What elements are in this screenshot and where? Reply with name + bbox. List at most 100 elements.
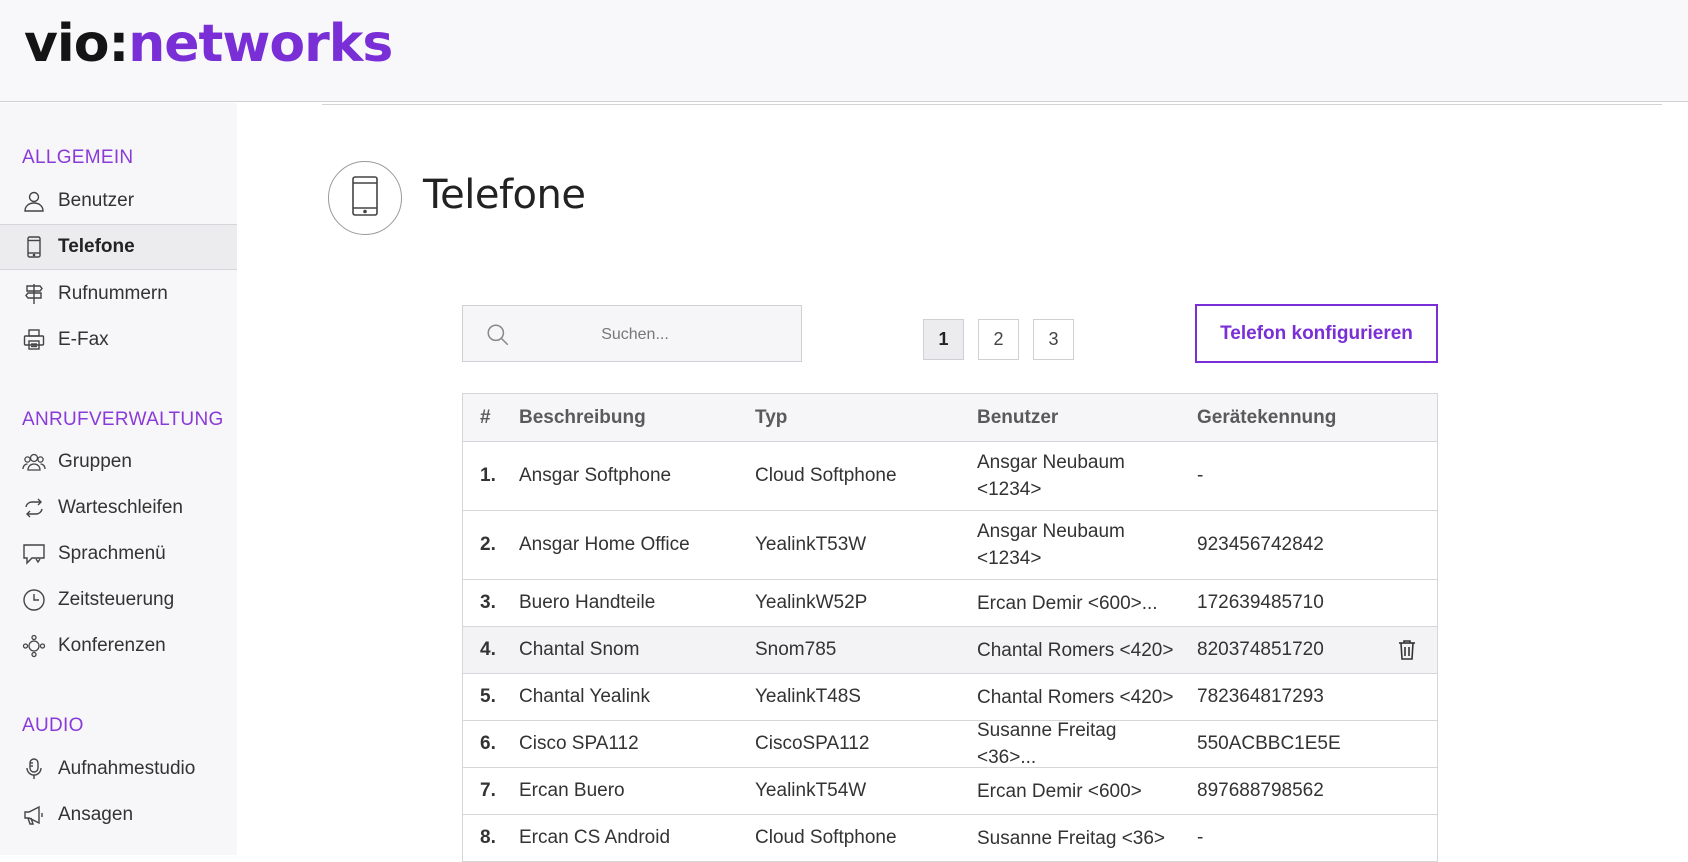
brand-logo-part2: networks [128,14,393,74]
cell-number: 5. [480,686,496,707]
sidebar-item-aufnahmestudio[interactable]: Aufnahmestudio [0,746,237,792]
cell-typ: YealinkT53W [755,534,867,555]
microphone-icon [21,756,47,782]
cell-beschreibung: Ercan Buero [519,780,625,801]
brand-logo-part1: vio: [24,14,129,74]
user-icon [21,188,47,214]
cell-number: 3. [480,592,496,613]
page-title: Telefone [423,172,586,218]
cell-geraetekennung: 782364817293 [1197,686,1324,707]
cell-benutzer: Ercan Demir <600>... [977,592,1158,614]
search-input[interactable] [523,316,747,354]
page-title-icon-circle [328,161,402,235]
sidebar-item-benutzer[interactable]: Benutzer [0,178,237,224]
table-row[interactable]: 6. Cisco SPA112 CiscoSPA112 Susanne Frei… [463,720,1437,768]
sidebar-item-label: Zeitsteuerung [58,589,175,610]
sidebar-item-label: Rufnummern [58,283,168,304]
sidebar-item-label: Ansagen [58,804,134,825]
cell-beschreibung: Ansgar Home Office [519,534,690,555]
pagination: 1 2 3 [923,319,1088,360]
sidebar-item-sprachmenue[interactable]: Sprachmenü [0,531,237,577]
printer-icon [21,327,47,353]
cell-beschreibung: Chantal Snom [519,639,640,660]
speech-menu-icon [21,541,47,567]
brand-logo[interactable]: vio:networks [24,14,393,74]
phone-icon [21,234,47,260]
column-header-beschreibung[interactable]: Beschreibung [519,407,646,429]
cell-beschreibung: Chantal Yealink [519,686,650,707]
sidebar-item-label: Telefone [58,236,135,257]
table-row[interactable]: 1. Ansgar Softphone Cloud Softphone Ansg… [463,442,1437,511]
group-icon [21,449,47,475]
sidebar-item-rufnummern[interactable]: Rufnummern [0,271,237,317]
cell-beschreibung: Ansgar Softphone [519,465,672,486]
cell-typ: Snom785 [755,639,837,660]
sidebar-section-anrufverwaltung: ANRUFVERWALTUNG [22,409,224,430]
column-header-benutzer[interactable]: Benutzer [977,404,1177,431]
sidebar: ALLGEMEIN Benutzer Telefone Rufnummern E… [0,103,237,855]
column-header-typ[interactable]: Typ [755,407,787,429]
sidebar-item-label: Aufnahmestudio [58,758,196,779]
table-row[interactable]: 3. Buero Handteile YealinkW52P Ercan Dem… [463,580,1437,627]
sidebar-item-label: Benutzer [58,190,135,211]
table-row[interactable]: 4. Chantal Snom Snom785 Chantal Romers <… [463,627,1437,674]
cell-benutzer: Ansgar Neubaum <1234> [977,521,1125,569]
cell-benutzer: Ansgar Neubaum <1234> [977,452,1125,500]
cell-benutzer: Chantal Romers <420> [977,639,1174,661]
cell-number: 1. [480,465,496,486]
sidebar-item-efax[interactable]: E-Fax [0,317,237,363]
search-icon [485,322,511,353]
sidebar-item-label: E-Fax [58,329,109,350]
content-divider [322,104,1662,105]
cell-typ: Cloud Softphone [755,827,897,848]
megaphone-icon [21,802,47,828]
cell-typ: YealinkT48S [755,686,861,707]
trash-icon[interactable] [1397,639,1417,667]
cell-typ: Cloud Softphone [755,465,897,486]
cell-benutzer: Chantal Romers <420> [977,686,1174,708]
sidebar-item-telefone[interactable]: Telefone [0,224,237,270]
cell-number: 4. [480,639,496,660]
cell-geraetekennung: - [1197,827,1204,848]
sidebar-item-zeitsteuerung[interactable]: Zeitsteuerung [0,577,237,623]
table-row[interactable]: 5. Chantal Yealink YealinkT48S Chantal R… [463,674,1437,721]
cell-benutzer: Susanne Freitag <36> [977,827,1166,849]
table-row[interactable]: 2. Ansgar Home Office YealinkT53W Ansgar… [463,511,1437,580]
phone-icon [350,175,380,222]
sidebar-item-label: Warteschleifen [58,497,183,518]
cell-geraetekennung: 820374851720 [1197,639,1324,660]
cell-benutzer: Ercan Demir <600> [977,780,1142,802]
sidebar-item-label: Konferenzen [58,635,166,656]
sidebar-item-label: Gruppen [58,451,132,472]
search-box[interactable] [462,305,802,362]
page-button-1[interactable]: 1 [923,319,964,360]
sidebar-item-label: Sprachmenü [58,543,166,564]
sidebar-item-konferenzen[interactable]: Konferenzen [0,623,237,669]
cell-typ: YealinkW52P [755,592,868,613]
cell-benutzer: Susanne Freitag <36>... [977,720,1117,768]
cell-beschreibung: Cisco SPA112 [519,733,639,754]
page-button-3[interactable]: 3 [1033,319,1074,360]
cell-typ: YealinkT54W [755,780,867,801]
cell-geraetekennung: 923456742842 [1197,534,1324,555]
sidebar-section-allgemein: ALLGEMEIN [22,147,134,168]
sidebar-item-ansagen[interactable]: Ansagen [0,792,237,838]
sidebar-item-gruppen[interactable]: Gruppen [0,439,237,485]
cell-beschreibung: Buero Handteile [519,592,656,613]
cell-geraetekennung: - [1197,465,1204,486]
cell-geraetekennung: 172639485710 [1197,592,1324,613]
sidebar-section-audio: AUDIO [22,715,84,736]
cell-number: 7. [480,780,496,801]
column-header-geraetekennung[interactable]: Gerätekennung [1197,407,1336,429]
configure-phone-button[interactable]: Telefon konfigurieren [1195,304,1438,363]
table-header-row: # Beschreibung Typ Benutzer Gerätekennun… [463,394,1437,442]
cell-geraetekennung: 550ACBBC1E5E [1197,733,1341,754]
table-row[interactable]: 7. Ercan Buero YealinkT54W Ercan Demir <… [463,768,1437,815]
loop-icon [21,495,47,521]
page-button-2[interactable]: 2 [978,319,1019,360]
column-header-number[interactable]: # [480,407,491,429]
signpost-icon [21,281,47,307]
sidebar-item-warteschleifen[interactable]: Warteschleifen [0,485,237,531]
cell-number: 8. [480,827,496,848]
app-header: vio:networks [0,0,1688,102]
